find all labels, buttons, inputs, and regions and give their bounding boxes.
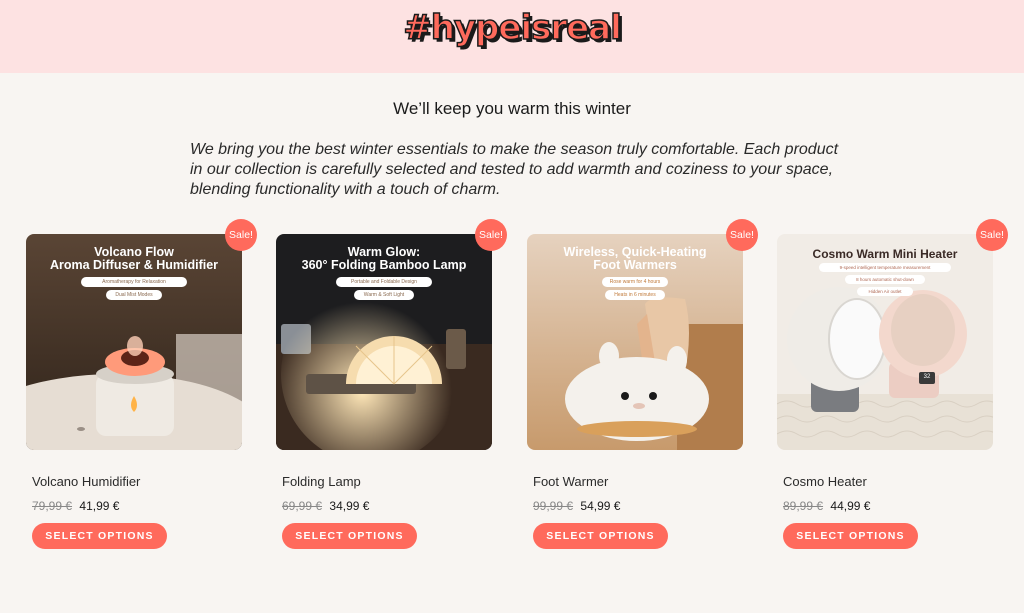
product-name[interactable]: Foot Warmer [533, 474, 608, 489]
sale-price: 34,99 € [329, 499, 370, 513]
select-options-button[interactable]: SELECT OPTIONS [282, 523, 417, 549]
sale-badge: Sale! [976, 219, 1008, 251]
sale-badge: Sale! [726, 219, 758, 251]
product-name[interactable]: Volcano Humidifier [32, 474, 140, 489]
product-card-foot-warmer: Wireless, Quick-Heating Foot Warmers Ros… [527, 219, 758, 554]
image-feature-tag: Hidden Air outlet [857, 287, 913, 296]
regular-price: 69,99 € [282, 499, 323, 513]
image-title-line2: Aroma Diffuser & Humidifier [49, 258, 219, 272]
section-title: We’ll keep you warm this winter [393, 99, 631, 118]
regular-price: 99,99 € [533, 499, 574, 513]
image-feature-tag: Warm & Soft Light [354, 290, 414, 300]
product-prices: 99,99 € 54,99 € [533, 499, 620, 513]
product-image[interactable]: Cosmo Warm Mini Heater 9-speed intellige… [777, 234, 993, 450]
image-title-line2: 360° Folding Bamboo Lamp [301, 258, 467, 272]
header-bar: #hypeisreal [0, 0, 1024, 73]
select-options-button[interactable]: SELECT OPTIONS [533, 523, 668, 549]
sale-price: 54,99 € [580, 499, 621, 513]
image-feature-tag: Dual Mist Modes [106, 290, 162, 300]
image-feature-tag: 9-speed intelligent temperature measurem… [819, 263, 951, 272]
product-name[interactable]: Folding Lamp [282, 474, 361, 489]
product-card-folding-lamp: Warm Glow: 360° Folding Bamboo Lamp Port… [276, 219, 507, 554]
regular-price: 79,99 € [32, 499, 73, 513]
product-prices: 79,99 € 41,99 € [32, 499, 119, 513]
image-feature-tag: Rose warm for 4 hours [602, 277, 668, 287]
product-prices: 89,99 € 44,99 € [783, 499, 870, 513]
sale-badge: Sale! [475, 219, 507, 251]
product-image[interactable]: Wireless, Quick-Heating Foot Warmers Ros… [527, 234, 743, 450]
sale-price: 41,99 € [79, 499, 120, 513]
product-image[interactable]: Warm Glow: 360° Folding Bamboo Lamp Port… [276, 234, 492, 450]
product-card-cosmo-heater: Cosmo Warm Mini Heater 9-speed intellige… [777, 219, 1008, 554]
brand-logo[interactable]: #hypeisreal [0, 7, 1024, 49]
image-title-line2: Foot Warmers [593, 258, 677, 272]
product-name[interactable]: Cosmo Heater [783, 474, 867, 489]
product-prices: 69,99 € 34,99 € [282, 499, 369, 513]
select-options-button[interactable]: SELECT OPTIONS [32, 523, 167, 549]
section-description: We bring you the best winter essentials … [190, 141, 839, 198]
product-image[interactable]: Volcano Flow Aroma Diffuser & Humidifier… [26, 234, 242, 450]
image-feature-tag: 8 hours automatic shut-down [845, 275, 925, 284]
heater-display-readout: 32 [923, 374, 931, 380]
select-options-button[interactable]: SELECT OPTIONS [783, 523, 918, 549]
image-title: Cosmo Warm Mini Heater [812, 247, 958, 261]
image-feature-tag: Aromatherapy for Relaxation [81, 277, 187, 287]
regular-price: 89,99 € [783, 499, 824, 513]
sale-badge: Sale! [225, 219, 257, 251]
image-feature-tag: Portable and Foldable Design [336, 277, 432, 287]
sale-price: 44,99 € [830, 499, 871, 513]
product-card-volcano-humidifier: Volcano Flow Aroma Diffuser & Humidifier… [26, 219, 257, 554]
image-feature-tag: Heats in 6 minutes [605, 290, 665, 300]
